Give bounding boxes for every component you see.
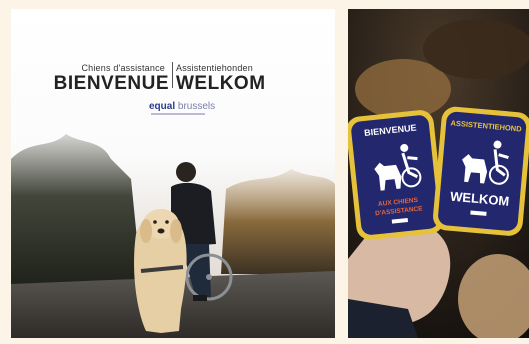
title-dutch: WELKOM [176,73,266,94]
sticker-scene: BIENVENUE AUX CHIENS D'ASSISTANCE ASSIST… [348,9,529,338]
sticker-photo-panel: BIENVENUE AUX CHIENS D'ASSISTANCE ASSIST… [348,9,529,338]
subtitle-french: Chiens d'assistance [81,63,165,73]
subtitle-dutch: Assistentiehonden [176,63,253,73]
sticker-left: BIENVENUE AUX CHIENS D'ASSISTANCE [348,110,444,240]
poster-header: Chiens d'assistance Assistentiehonden BI… [11,9,335,149]
sticker-right: ASSISTENTIEHOND WELKOM [433,106,529,236]
poster-titles: BIENVENUE WELKOM [11,73,335,94]
brand-city: brussels [177,101,216,112]
brand-underline [151,113,205,115]
trees-right [221,169,335,274]
golden-retriever [134,209,187,333]
brand-main: equal [149,101,176,112]
title-french: BIENVENUE [53,73,169,94]
brand-logo: equal brussels [149,101,215,112]
poster-panel: Chiens d'assistance Assistentiehonden BI… [11,9,335,338]
person-background [423,19,529,79]
